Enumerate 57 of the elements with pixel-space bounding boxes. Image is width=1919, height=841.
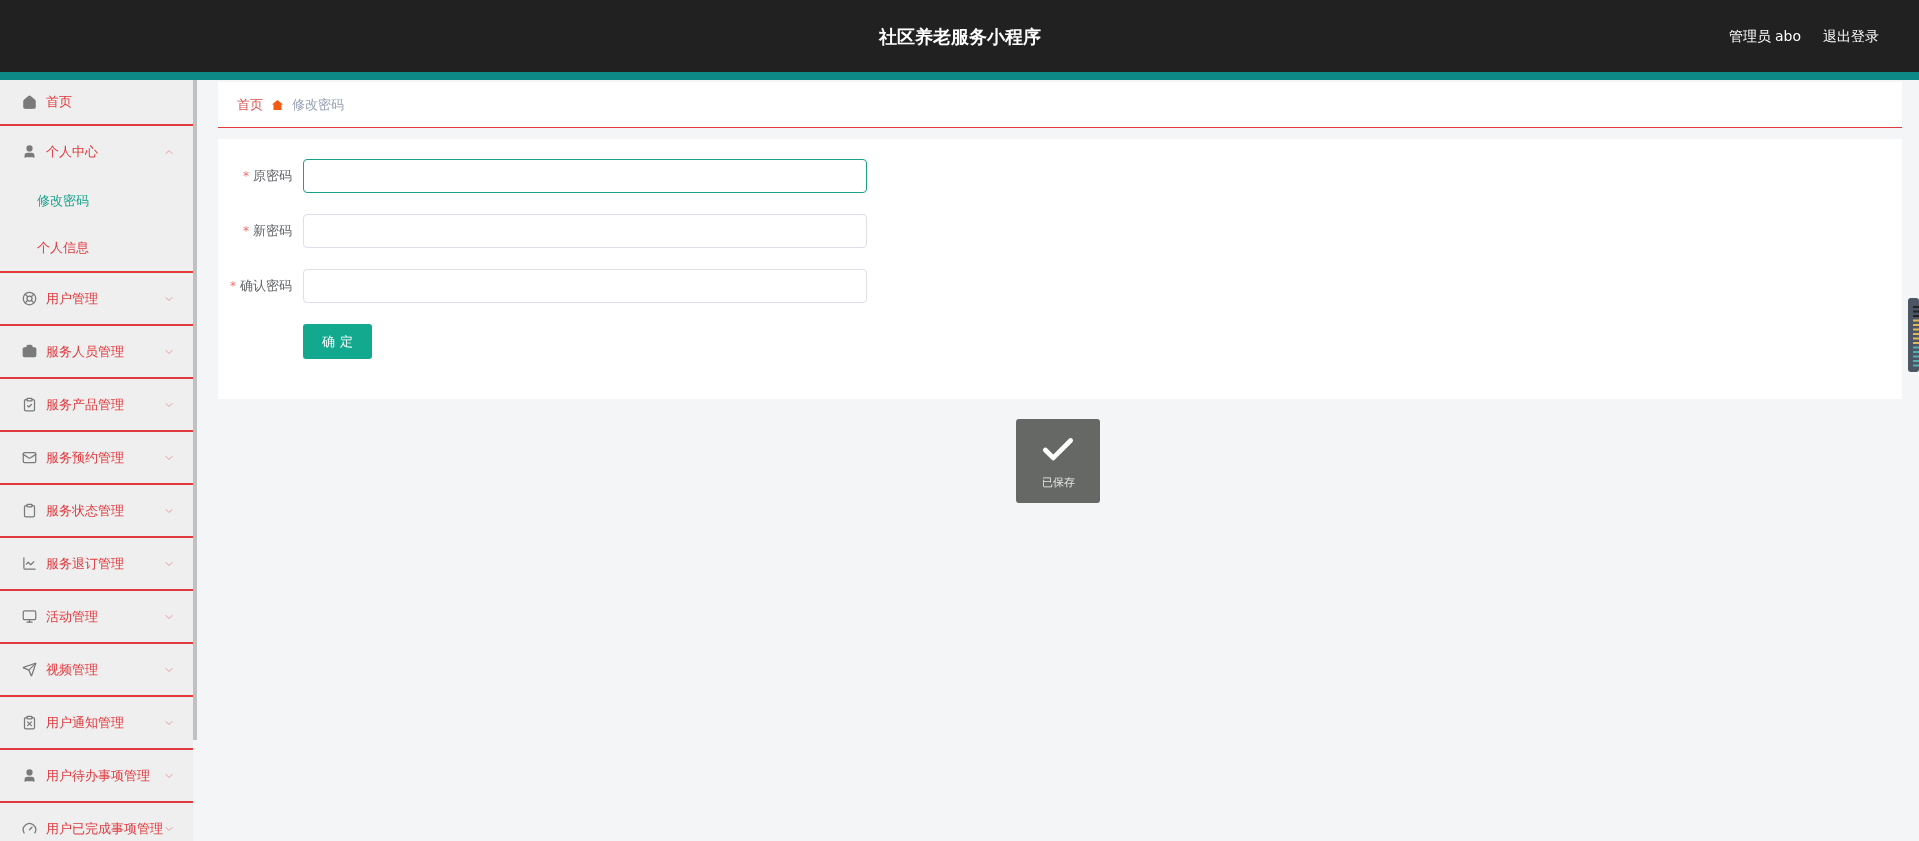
- breadcrumb-link[interactable]: 首页: [237, 94, 263, 115]
- sidebar-label: 服务预约管理: [46, 448, 124, 467]
- clipboard-icon: [22, 503, 37, 518]
- toast-text: 已保存: [1041, 474, 1075, 491]
- sidebar-item[interactable]: 服务预约管理: [0, 432, 193, 483]
- confirm-button[interactable]: 确 定: [303, 324, 372, 359]
- user-icon: [22, 768, 37, 783]
- sidebar-item[interactable]: 服务人员管理: [0, 326, 193, 377]
- user-icon: [22, 144, 37, 159]
- mail-icon: [22, 450, 37, 465]
- sidebar-item[interactable]: 服务产品管理: [0, 379, 193, 430]
- sidebar-label: 服务状态管理: [46, 501, 124, 520]
- logout-link[interactable]: 退出登录: [1823, 25, 1879, 47]
- sidebar-item[interactable]: 活动管理: [0, 591, 193, 642]
- home-icon: [22, 94, 37, 110]
- send-icon: [22, 662, 37, 677]
- briefcase-icon: [22, 344, 37, 359]
- sidebar-label: 个人中心: [46, 142, 98, 161]
- sidebar-item[interactable]: 首页: [0, 80, 193, 124]
- app-title: 社区养老服务小程序: [878, 24, 1041, 49]
- sidebar-item[interactable]: 用户通知管理: [0, 697, 193, 748]
- sidebar-item[interactable]: 视频管理: [0, 644, 193, 695]
- submenu-item[interactable]: 个人信息: [0, 224, 193, 271]
- field-label: 确认密码: [240, 277, 292, 296]
- sidebar-label: 活动管理: [46, 607, 98, 626]
- field-label: 新密码: [253, 222, 292, 241]
- sidebar-item[interactable]: 服务状态管理: [0, 485, 193, 536]
- sidebar-label: 首页: [46, 93, 72, 112]
- sidebar-label: 服务退订管理: [46, 554, 124, 573]
- required-mark: *: [230, 278, 236, 295]
- sidebar-label: 用户管理: [46, 289, 98, 308]
- chart-icon: [22, 556, 37, 571]
- sidebar-label: 服务人员管理: [46, 342, 124, 361]
- required-mark: *: [243, 168, 249, 185]
- sidebar-item[interactable]: 用户管理: [0, 273, 193, 324]
- password-field[interactable]: [303, 159, 867, 193]
- user-name: 管理员 abo: [1728, 26, 1801, 46]
- clipboard-check-icon: [22, 397, 37, 412]
- breadcrumb-link[interactable]: 修改密码: [292, 94, 344, 115]
- submenu-item[interactable]: 修改密码: [0, 177, 193, 224]
- home-icon: [272, 99, 283, 110]
- sidebar-label: 视频管理: [46, 660, 98, 679]
- sidebar-label: 用户待办事项管理: [46, 766, 150, 785]
- clipboard-x-icon: [22, 715, 37, 730]
- sidebar-label: 服务产品管理: [46, 395, 124, 414]
- monitor-icon: [22, 609, 37, 624]
- scrollbar[interactable]: [193, 80, 197, 740]
- field-label: 原密码: [253, 167, 292, 186]
- sidebar-label: 用户已完成事项管理: [46, 819, 163, 838]
- sidebar-item[interactable]: 个人中心: [0, 126, 193, 177]
- required-mark: *: [243, 223, 249, 240]
- sidebar-label: 用户通知管理: [46, 713, 124, 732]
- gauge-icon: [22, 821, 37, 836]
- lifebuoy-icon: [22, 291, 37, 306]
- sidebar-item[interactable]: 服务退订管理: [0, 538, 193, 589]
- sidebar-item[interactable]: 用户待办事项管理: [0, 750, 193, 801]
- sidebar-item[interactable]: 用户已完成事项管理: [0, 803, 193, 841]
